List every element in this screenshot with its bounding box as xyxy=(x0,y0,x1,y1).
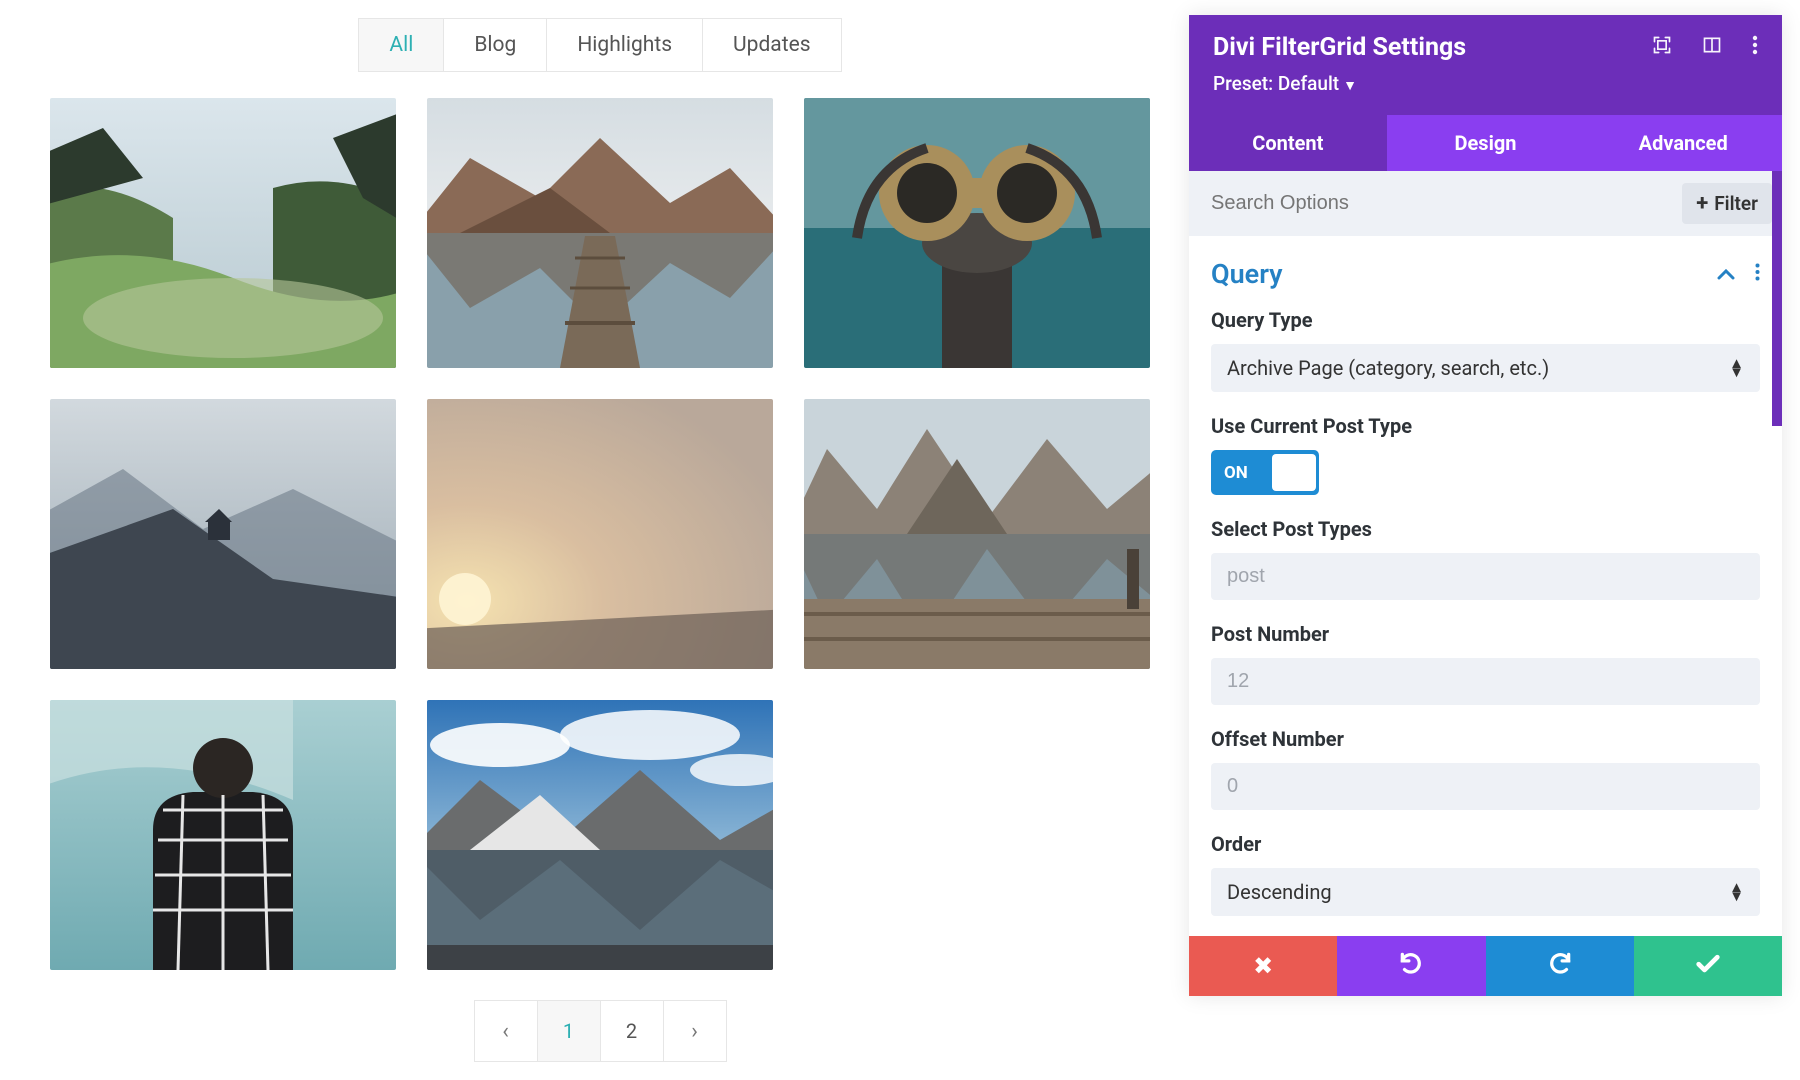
chevron-up-icon[interactable] xyxy=(1717,262,1735,286)
filter-tabs: All Blog Highlights Updates xyxy=(50,18,1150,72)
sort-arrows-icon: ▲▼ xyxy=(1729,359,1744,377)
filter-tab-blog[interactable]: Blog xyxy=(444,19,547,71)
grid-item[interactable] xyxy=(50,98,396,368)
undo-icon xyxy=(1398,950,1424,982)
caret-down-icon: ▼ xyxy=(1343,78,1357,94)
more-vert-icon[interactable] xyxy=(1755,262,1760,286)
expand-icon[interactable] xyxy=(1652,35,1672,61)
field-label: Query Type xyxy=(1211,308,1760,332)
post-types-input[interactable] xyxy=(1227,565,1744,588)
grid-item[interactable] xyxy=(427,399,773,669)
grid-item[interactable] xyxy=(804,399,1150,669)
main-content: All Blog Highlights Updates xyxy=(0,18,1190,1062)
select-post-types-input[interactable] xyxy=(1211,553,1760,600)
post-grid xyxy=(50,98,1150,970)
filter-tab-highlights[interactable]: Highlights xyxy=(547,19,703,71)
settings-panel: Divi FilterGrid Settings Preset: Default… xyxy=(1189,15,1782,996)
field-use-current-post-type: Use Current Post Type ON xyxy=(1211,414,1760,495)
save-button[interactable] xyxy=(1634,936,1782,996)
order-select[interactable]: Descending ▲▼ xyxy=(1211,868,1760,916)
field-post-number: Post Number xyxy=(1211,622,1760,705)
grid-item[interactable] xyxy=(804,98,1150,368)
panel-header: Divi FilterGrid Settings Preset: Default… xyxy=(1189,15,1782,115)
undo-button[interactable] xyxy=(1337,936,1485,996)
panel-tab-content[interactable]: Content xyxy=(1189,115,1387,171)
pagination: ‹ 1 2 › xyxy=(50,1000,1150,1062)
search-row: + Filter xyxy=(1189,171,1782,236)
chevron-left-icon: ‹ xyxy=(502,1019,509,1044)
field-label: Post Number xyxy=(1211,622,1760,646)
plus-icon: + xyxy=(1696,191,1708,216)
offset-number-input-wrap[interactable] xyxy=(1211,763,1760,810)
check-icon xyxy=(1694,949,1722,983)
grid-item[interactable] xyxy=(50,399,396,669)
field-label: Offset Number xyxy=(1211,727,1760,751)
pagination-page-2[interactable]: 2 xyxy=(600,1000,664,1062)
post-number-input[interactable] xyxy=(1227,670,1744,693)
panel-tab-advanced[interactable]: Advanced xyxy=(1584,115,1782,171)
field-label: Select Post Types xyxy=(1211,517,1760,541)
query-section: Query Query Type Archive Page (category,… xyxy=(1189,236,1782,936)
panel-footer: ✖ xyxy=(1189,936,1782,996)
section-title-query[interactable]: Query xyxy=(1211,258,1283,290)
field-label: Use Current Post Type xyxy=(1211,414,1760,438)
chevron-right-icon: › xyxy=(691,1019,698,1044)
grid-item[interactable] xyxy=(50,700,396,970)
select-value: Archive Page (category, search, etc.) xyxy=(1227,356,1549,380)
close-icon: ✖ xyxy=(1253,952,1273,980)
select-value: Descending xyxy=(1227,880,1332,904)
search-input[interactable] xyxy=(1211,192,1682,215)
filter-button-label: Filter xyxy=(1714,192,1758,215)
panel-body[interactable]: + Filter Query xyxy=(1189,171,1782,936)
field-select-post-types: Select Post Types xyxy=(1211,517,1760,600)
more-vert-icon[interactable] xyxy=(1752,35,1758,61)
field-query-type: Query Type Archive Page (category, searc… xyxy=(1211,308,1760,392)
field-order: Order Descending ▲▼ xyxy=(1211,832,1760,916)
query-type-select[interactable]: Archive Page (category, search, etc.) ▲▼ xyxy=(1211,344,1760,392)
pagination-page-1[interactable]: 1 xyxy=(537,1000,601,1062)
offset-number-input[interactable] xyxy=(1227,775,1744,798)
cancel-button[interactable]: ✖ xyxy=(1189,936,1337,996)
pagination-prev[interactable]: ‹ xyxy=(474,1000,538,1062)
panel-title: Divi FilterGrid Settings xyxy=(1213,33,1466,62)
use-current-toggle[interactable]: ON xyxy=(1211,450,1319,495)
toggle-label: ON xyxy=(1224,463,1248,483)
toggle-knob xyxy=(1272,454,1316,491)
pagination-next[interactable]: › xyxy=(663,1000,727,1062)
panel-tab-design[interactable]: Design xyxy=(1387,115,1585,171)
field-label: Order xyxy=(1211,832,1760,856)
filter-tab-updates[interactable]: Updates xyxy=(703,19,841,71)
redo-button[interactable] xyxy=(1486,936,1634,996)
post-number-input-wrap[interactable] xyxy=(1211,658,1760,705)
preset-label: Preset: Default xyxy=(1213,72,1339,95)
sort-arrows-icon: ▲▼ xyxy=(1729,883,1744,901)
preset-selector[interactable]: Preset: Default▼ xyxy=(1213,72,1758,95)
grid-item[interactable] xyxy=(427,700,773,970)
filter-button[interactable]: + Filter xyxy=(1682,183,1772,224)
redo-icon xyxy=(1547,950,1573,982)
grid-item[interactable] xyxy=(427,98,773,368)
columns-icon[interactable] xyxy=(1702,35,1722,61)
filter-tab-all[interactable]: All xyxy=(359,19,444,71)
field-offset-number: Offset Number xyxy=(1211,727,1760,810)
scrollbar-thumb[interactable] xyxy=(1772,171,1782,426)
panel-tabs: Content Design Advanced xyxy=(1189,115,1782,171)
